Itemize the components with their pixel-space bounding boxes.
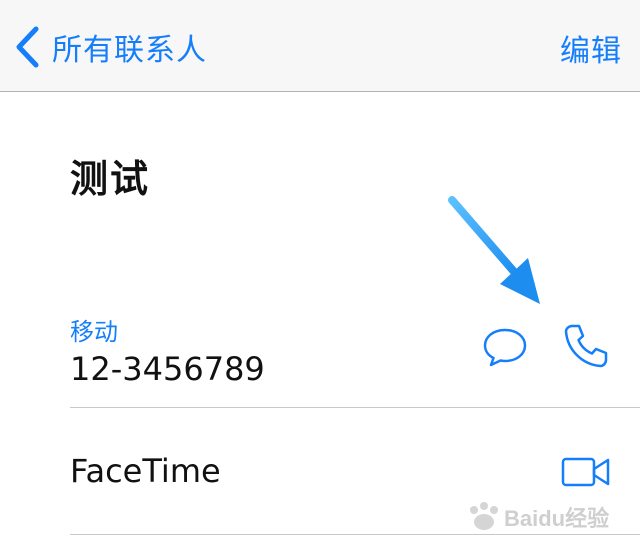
- watermark-text: Baidu经验: [504, 506, 609, 531]
- back-button[interactable]: 所有联系人: [14, 22, 207, 72]
- facetime-label: FaceTime: [70, 452, 221, 490]
- message-bubble-icon[interactable]: [482, 326, 528, 368]
- video-camera-icon[interactable]: [560, 454, 612, 490]
- baidu-watermark-logo: Baidu经验: [460, 496, 610, 536]
- phone-row[interactable]: 移动 12-3456789: [0, 300, 640, 408]
- edit-button[interactable]: 编辑: [560, 26, 622, 70]
- phone-type-label: 移动: [70, 318, 118, 346]
- contact-name: 测试: [70, 157, 151, 201]
- back-button-label: 所有联系人: [52, 33, 207, 68]
- phone-icon[interactable]: [562, 322, 610, 370]
- navigation-bar: 所有联系人 编辑: [0, 0, 640, 92]
- chevron-left-icon: [16, 26, 39, 68]
- phone-number[interactable]: 12-3456789: [70, 350, 265, 388]
- row-divider: [70, 407, 640, 408]
